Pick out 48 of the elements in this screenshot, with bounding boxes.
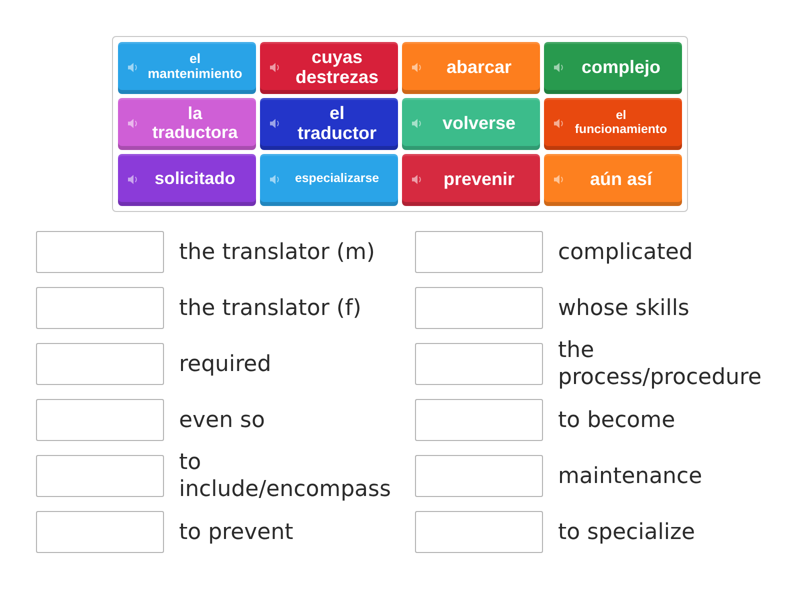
- speaker-icon[interactable]: [128, 174, 139, 184]
- answer-box[interactable]: [415, 511, 543, 553]
- speaker-icon[interactable]: [270, 62, 281, 72]
- clue-text: to include/encompass: [179, 449, 392, 503]
- answer-box[interactable]: [36, 231, 164, 273]
- answer-box[interactable]: [415, 399, 543, 441]
- word-tile[interactable]: el traductor: [260, 98, 398, 150]
- answer-box[interactable]: [415, 287, 543, 329]
- word-tile[interactable]: solicitado: [118, 154, 256, 206]
- answer-box[interactable]: [415, 231, 543, 273]
- clue-text: to become: [558, 406, 676, 434]
- clue-text: whose skills: [558, 294, 690, 322]
- word-tile[interactable]: especializarse: [260, 154, 398, 206]
- word-tile[interactable]: el mantenimiento: [118, 42, 256, 94]
- word-tile[interactable]: abarcar: [402, 42, 540, 94]
- speaker-icon[interactable]: [128, 118, 139, 128]
- word-tile[interactable]: la traductora: [118, 98, 256, 150]
- clue-text: the translator (m): [179, 238, 376, 266]
- speaker-icon[interactable]: [554, 62, 565, 72]
- clue-text: the translator (f): [179, 294, 362, 322]
- speaker-icon[interactable]: [412, 62, 423, 72]
- answer-box[interactable]: [36, 343, 164, 385]
- clue-text: maintenance: [558, 462, 704, 490]
- clue-text: even so: [179, 406, 266, 434]
- clue-text: complicated: [558, 238, 694, 266]
- speaker-icon[interactable]: [270, 174, 281, 184]
- word-tile[interactable]: prevenir: [402, 154, 540, 206]
- answer-box[interactable]: [415, 343, 543, 385]
- word-tile[interactable]: aún así: [544, 154, 682, 206]
- clue-text: to prevent: [179, 518, 294, 546]
- clue-text: required: [179, 350, 272, 378]
- speaker-icon[interactable]: [554, 174, 565, 184]
- answer-box[interactable]: [36, 287, 164, 329]
- speaker-icon[interactable]: [412, 118, 423, 128]
- word-tile[interactable]: el funcionamiento: [544, 98, 682, 150]
- clue-text: to specialize: [558, 518, 696, 546]
- clue-text: the process/procedure: [558, 337, 763, 391]
- word-tile[interactable]: cuyas destrezas: [260, 42, 398, 94]
- answer-box[interactable]: [415, 455, 543, 497]
- speaker-icon[interactable]: [554, 118, 565, 128]
- answer-box[interactable]: [36, 455, 164, 497]
- speaker-icon[interactable]: [412, 174, 423, 184]
- answer-box[interactable]: [36, 511, 164, 553]
- word-tile[interactable]: volverse: [402, 98, 540, 150]
- answer-box[interactable]: [36, 399, 164, 441]
- word-tile[interactable]: complejo: [544, 42, 682, 94]
- speaker-icon[interactable]: [128, 62, 139, 72]
- speaker-icon[interactable]: [270, 118, 281, 128]
